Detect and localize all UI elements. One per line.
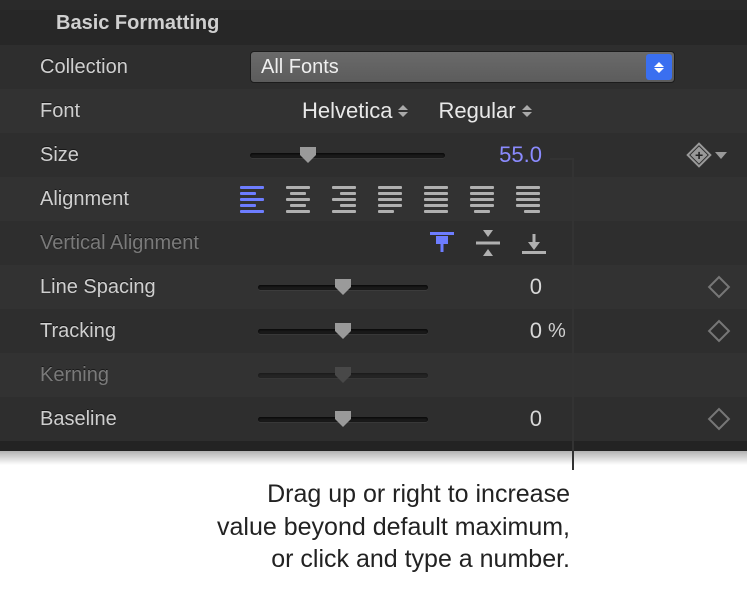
slider-thumb-icon — [333, 365, 353, 385]
label-font: Font — [40, 100, 250, 123]
valign-middle-icon[interactable] — [476, 232, 500, 254]
label-baseline: Baseline — [40, 408, 250, 431]
align-justify-left-icon[interactable] — [378, 186, 402, 213]
row-kerning: Kerning — [0, 353, 747, 397]
valign-top-icon[interactable] — [430, 232, 454, 254]
kerning-slider — [258, 365, 428, 385]
basic-formatting-panel: Basic Formatting Collection All Fonts Fo… — [0, 0, 747, 451]
label-alignment: Alignment — [40, 188, 250, 211]
label-size: Size — [40, 144, 250, 167]
align-justify-right-icon[interactable] — [516, 186, 540, 213]
panel-shadow — [0, 451, 747, 465]
slider-thumb-icon[interactable] — [333, 321, 353, 341]
tracking-slider[interactable] — [258, 321, 428, 341]
label-collection: Collection — [40, 56, 250, 79]
font-family-popup[interactable]: Helvetica — [302, 98, 408, 124]
select-stepper-icon — [646, 54, 672, 80]
font-style-popup[interactable]: Regular — [438, 98, 531, 124]
panel-footer-strip — [0, 441, 747, 451]
panel-title: Basic Formatting — [0, 10, 747, 45]
stepper-arrows-icon — [398, 105, 408, 117]
keyframe-diamond-icon[interactable] — [708, 408, 731, 431]
align-left-icon[interactable] — [240, 186, 264, 213]
tracking-unit: % — [542, 320, 572, 343]
baseline-value[interactable]: 0 — [470, 406, 542, 432]
row-vertical-alignment: Vertical Alignment — [0, 221, 747, 265]
align-justify-center-icon[interactable] — [470, 186, 494, 213]
chevron-down-icon[interactable] — [715, 152, 727, 159]
row-baseline: Baseline 0 — [0, 397, 747, 441]
slider-thumb-icon[interactable] — [333, 277, 353, 297]
row-font: Font Helvetica Regular — [0, 89, 747, 133]
collection-value: All Fonts — [261, 56, 339, 79]
align-center-icon[interactable] — [286, 186, 310, 213]
valign-bottom-icon[interactable] — [522, 232, 546, 254]
row-line-spacing: Line Spacing 0 — [0, 265, 747, 309]
size-value[interactable]: 55.0 — [470, 142, 542, 168]
keyframe-diamond-icon[interactable] — [708, 276, 731, 299]
align-justify-icon[interactable] — [424, 186, 448, 213]
row-alignment: Alignment — [0, 177, 747, 221]
collection-select[interactable]: All Fonts — [250, 51, 675, 83]
row-size: Size 55.0 + — [0, 133, 747, 177]
size-slider[interactable] — [250, 145, 445, 165]
callout-text: Drag up or right to increase value beyon… — [140, 478, 570, 576]
label-vertical-alignment: Vertical Alignment — [40, 232, 250, 255]
keyframe-diamond-icon[interactable] — [708, 320, 731, 343]
label-tracking: Tracking — [40, 320, 250, 343]
slider-thumb-icon[interactable] — [333, 409, 353, 429]
row-tracking: Tracking 0 % — [0, 309, 747, 353]
stepper-arrows-icon — [522, 105, 532, 117]
add-keyframe-icon[interactable]: + — [689, 145, 709, 165]
label-line-spacing: Line Spacing — [40, 276, 250, 299]
tracking-value[interactable]: 0 — [470, 318, 542, 344]
label-kerning: Kerning — [40, 364, 250, 387]
align-right-icon[interactable] — [332, 186, 356, 213]
font-style-value: Regular — [438, 98, 515, 124]
font-family-value: Helvetica — [302, 98, 392, 124]
baseline-slider[interactable] — [258, 409, 428, 429]
line-spacing-value[interactable]: 0 — [470, 274, 542, 300]
line-spacing-slider[interactable] — [258, 277, 428, 297]
slider-thumb-icon[interactable] — [298, 145, 318, 165]
row-collection: Collection All Fonts — [0, 45, 747, 89]
